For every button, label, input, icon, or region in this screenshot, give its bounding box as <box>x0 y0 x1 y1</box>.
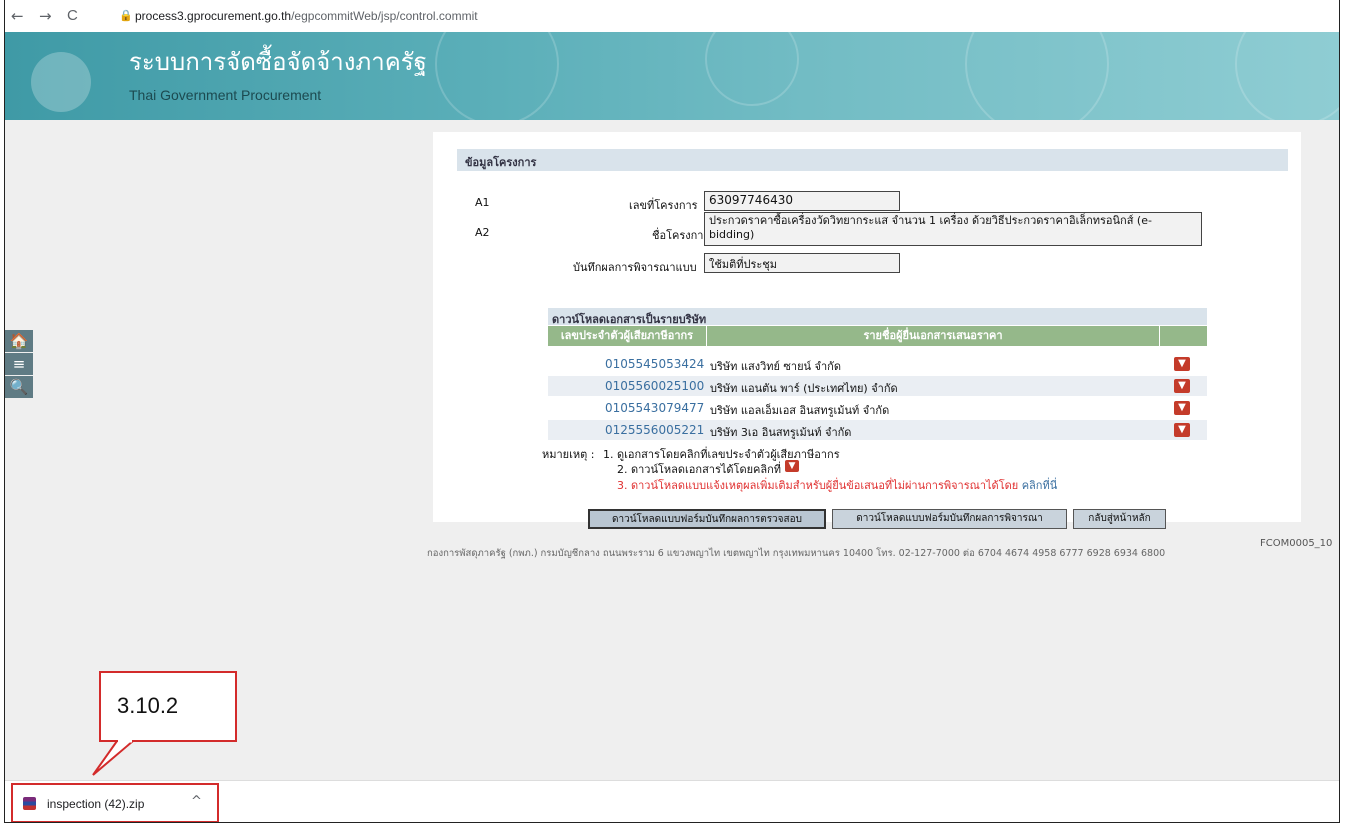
header-ornament <box>435 32 559 120</box>
project-name-label: ชื่อโครงการ <box>652 229 710 242</box>
browser-window: ← → C 🔒 process3.gprocurement.go.th/egpc… <box>4 0 1340 823</box>
table-row: 0105560025100 บริษัท แอนตัน พาร์ (ประเทศ… <box>548 376 1207 396</box>
site-subtitle: Thai Government Procurement <box>129 87 322 103</box>
chevron-up-icon[interactable]: ^ <box>191 794 202 809</box>
url-field[interactable]: process3.gprocurement.go.th/egpcommitWeb… <box>135 9 478 23</box>
download-consideration-form-button[interactable]: ดาวน์โหลดแบบฟอร์มบันทึกผลการพิจารณา <box>832 509 1067 529</box>
search-icon[interactable]: 🔍 <box>5 376 33 398</box>
address-bar: ← → C 🔒 process3.gprocurement.go.th/egpc… <box>5 0 1339 33</box>
url-path: /egpcommitWeb/jsp/control.commit <box>291 9 478 23</box>
tax-id-link[interactable]: 0105543079477 <box>605 401 704 415</box>
back-to-home-button[interactable]: กลับสู่หน้าหลัก <box>1073 509 1166 529</box>
project-section-header: ข้อมูลโครงการ <box>457 149 1288 171</box>
company-name: บริษัท แอนตัน พาร์ (ประเทศไทย) จำกัด <box>710 382 898 395</box>
annotation-callout: 3.10.2 <box>99 671 237 742</box>
tax-id-link[interactable]: 0105560025100 <box>605 379 704 393</box>
record-field[interactable]: ใช้มติที่ประชุม <box>704 253 900 273</box>
project-section-title: ข้อมูลโครงการ <box>465 156 537 169</box>
download-section-header: ดาวน์โหลดเอกสารเป็นรายบริษัท <box>548 308 1207 326</box>
company-name: บริษัท 3เอ อินสทรูเม้นท์ จำกัด <box>710 426 852 439</box>
url-host: process3.gprocurement.go.th <box>135 9 292 23</box>
table-row: 0125556005221 บริษัท 3เอ อินสทรูเม้นท์ จ… <box>548 420 1207 440</box>
header-ornament <box>705 32 799 106</box>
download-bar: inspection (42).zip ^ <box>5 780 1339 822</box>
download-pdf-icon[interactable]: ▼ <box>1174 379 1190 393</box>
download-file-name: inspection (42).zip <box>47 797 145 811</box>
col-download-header <box>1160 326 1207 346</box>
footer-address: กองการพัสดุภาครัฐ (กพภ.) กรมบัญชีกลาง ถน… <box>427 548 1166 559</box>
project-no-field[interactable]: 63097746430 <box>704 191 900 211</box>
site-title: ระบบการจัดซื้อจัดจ้างภาครัฐ <box>129 48 427 76</box>
download-item[interactable]: inspection (42).zip ^ <box>11 783 219 822</box>
note-3: 3. ดาวน์โหลดแบบแจ้งเหตุผลเพิ่มเติมสำหรับ… <box>617 476 1057 494</box>
site-header: ระบบการจัดซื้อจัดจ้างภาครัฐ Thai Governm… <box>5 32 1339 120</box>
download-pdf-icon[interactable]: ▼ <box>1174 401 1190 415</box>
home-icon[interactable]: 🏠 <box>5 330 33 352</box>
download-pdf-icon: ▼ <box>785 460 799 472</box>
header-ornament <box>965 32 1109 120</box>
table-row: 0105543079477 บริษัท แอลเอ็มเอส อินสทรูเ… <box>548 398 1207 418</box>
tax-id-link[interactable]: 0105545053424 <box>605 357 704 371</box>
back-icon[interactable]: ← <box>11 7 24 25</box>
reload-icon[interactable]: C <box>67 7 78 24</box>
record-label: บันทึกผลการพิจารณาแบบ <box>573 261 697 274</box>
company-name: บริษัท แสงวิทย์ ซายน์ จำกัด <box>710 360 841 373</box>
note-prefix: หมายเหตุ : <box>542 448 595 461</box>
click-here-link[interactable]: คลิกที่นี่ <box>1022 479 1058 492</box>
col-tax-header: เลขประจำตัวผู้เสียภาษีอากร <box>548 326 706 346</box>
garuda-logo <box>31 52 91 112</box>
company-name: บริษัท แอลเอ็มเอส อินสทรูเม้นท์ จำกัด <box>710 404 890 417</box>
tax-id-link[interactable]: 0125556005221 <box>605 423 704 437</box>
note-3-text: 3. ดาวน์โหลดแบบแจ้งเหตุผลเพิ่มเติมสำหรับ… <box>617 479 1019 492</box>
side-toolbar: 🏠 ≡ 🔍 <box>5 330 33 399</box>
project-no-label: เลขที่โครงการ <box>629 199 698 212</box>
a2-code: A2 <box>475 226 490 239</box>
zip-file-icon <box>23 797 36 810</box>
download-inspection-form-button[interactable]: ดาวน์โหลดแบบฟอร์มบันทึกผลการตรวจสอบ <box>588 509 826 529</box>
table-row: 0105545053424 บริษัท แสงวิทย์ ซายน์ จำกั… <box>548 354 1207 374</box>
a1-code: A1 <box>475 196 490 209</box>
page-code: FCOM0005_10 <box>1260 538 1333 549</box>
col-name-header: รายชื่อผู้ยื่นเอกสารเสนอราคา <box>707 326 1159 346</box>
lock-icon: 🔒 <box>119 9 133 22</box>
download-pdf-icon[interactable]: ▼ <box>1174 357 1190 371</box>
download-pdf-icon[interactable]: ▼ <box>1174 423 1190 437</box>
menu-icon[interactable]: ≡ <box>5 353 33 375</box>
callout-label: 3.10.2 <box>117 693 179 718</box>
forward-icon[interactable]: → <box>39 7 52 25</box>
header-ornament <box>1235 32 1339 120</box>
project-name-field[interactable]: ประกวดราคาซื้อเครื่องวัดวิทยากระแส จำนวน… <box>704 212 1202 246</box>
